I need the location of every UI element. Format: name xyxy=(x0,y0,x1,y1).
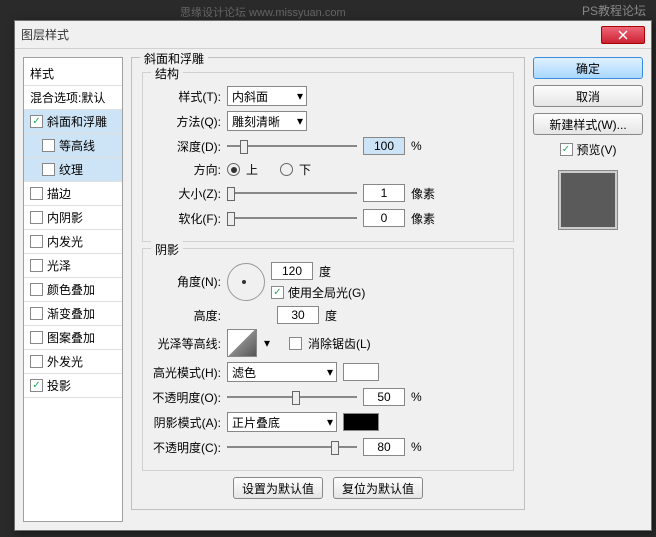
highlight-mode-label: 高光模式(H): xyxy=(151,364,221,381)
altitude-label: 高度: xyxy=(151,307,221,324)
technique-label: 方法(Q): xyxy=(151,113,221,130)
close-button[interactable] xyxy=(601,26,645,44)
style-item-inner-shadow[interactable]: 内阴影 xyxy=(24,206,122,230)
shadow-mode-select[interactable]: 正片叠底 xyxy=(227,412,337,432)
angle-label: 角度(N): xyxy=(151,273,221,290)
highlight-color-swatch[interactable] xyxy=(343,363,379,381)
soften-slider[interactable] xyxy=(227,208,357,228)
highlight-opacity-slider[interactable] xyxy=(227,387,357,407)
bevel-section: 斜面和浮雕 结构 样式(T): 内斜面 方法(Q): 雕刻清晰 深度(D): xyxy=(131,57,525,510)
style-item-pattern-overlay[interactable]: 图案叠加 xyxy=(24,326,122,350)
checkbox-icon[interactable] xyxy=(42,139,55,152)
styles-header[interactable]: 样式 xyxy=(24,62,122,86)
preview-thumbnail xyxy=(558,170,618,230)
size-label: 大小(Z): xyxy=(151,185,221,202)
ok-button[interactable]: 确定 xyxy=(533,57,643,79)
size-slider[interactable] xyxy=(227,183,357,203)
style-item-bevel[interactable]: 斜面和浮雕 xyxy=(24,110,122,134)
checkbox-icon[interactable] xyxy=(30,187,43,200)
shadow-mode-label: 阴影模式(A): xyxy=(151,414,221,431)
style-item-outer-glow[interactable]: 外发光 xyxy=(24,350,122,374)
checkbox-icon[interactable] xyxy=(30,331,43,344)
depth-input[interactable] xyxy=(363,137,405,155)
checkbox-icon[interactable] xyxy=(30,379,43,392)
styles-list: 样式 混合选项:默认 斜面和浮雕 等高线 纹理 描边 内阴影 内发光 光泽 颜色… xyxy=(23,57,123,522)
soften-label: 软化(F): xyxy=(151,210,221,227)
structure-group: 结构 样式(T): 内斜面 方法(Q): 雕刻清晰 深度(D): % xyxy=(142,72,514,242)
watermark-top: 思缘设计论坛 www.missyuan.com xyxy=(180,4,346,20)
blend-options[interactable]: 混合选项:默认 xyxy=(24,86,122,110)
style-label: 样式(T): xyxy=(151,88,221,105)
shadow-opacity-slider[interactable] xyxy=(227,437,357,457)
group-title: 阴影 xyxy=(151,241,183,258)
highlight-opacity-label: 不透明度(O): xyxy=(151,389,221,406)
checkbox-icon[interactable] xyxy=(30,259,43,272)
depth-label: 深度(D): xyxy=(151,138,221,155)
dialog-title: 图层样式 xyxy=(21,26,601,43)
checkbox-icon[interactable] xyxy=(30,235,43,248)
style-item-contour[interactable]: 等高线 xyxy=(24,134,122,158)
shadow-opacity-label: 不透明度(C): xyxy=(151,439,221,456)
new-style-button[interactable]: 新建样式(W)... xyxy=(533,113,643,135)
group-title: 结构 xyxy=(151,65,183,82)
layer-style-dialog: 图层样式 样式 混合选项:默认 斜面和浮雕 等高线 纹理 描边 内阴影 内发光 … xyxy=(14,20,652,531)
soften-input[interactable] xyxy=(363,209,405,227)
checkbox-icon[interactable] xyxy=(30,283,43,296)
shadow-color-swatch[interactable] xyxy=(343,413,379,431)
checkbox-icon[interactable] xyxy=(30,211,43,224)
shading-group: 阴影 角度(N): 度 使用全局光(G) xyxy=(142,248,514,471)
angle-input[interactable] xyxy=(271,262,313,280)
highlight-opacity-input[interactable] xyxy=(363,388,405,406)
preview-label: 预览(V) xyxy=(577,141,617,158)
make-default-button[interactable]: 设置为默认值 xyxy=(233,477,323,499)
depth-slider[interactable] xyxy=(227,136,357,156)
gloss-contour-label: 光泽等高线: xyxy=(151,335,221,352)
gloss-contour-picker[interactable] xyxy=(227,329,257,357)
style-item-stroke[interactable]: 描边 xyxy=(24,182,122,206)
close-icon xyxy=(618,30,628,40)
highlight-mode-select[interactable]: 滤色 xyxy=(227,362,337,382)
direction-label: 方向: xyxy=(151,161,221,178)
preview-checkbox[interactable] xyxy=(560,143,573,156)
angle-dial[interactable] xyxy=(227,263,265,301)
checkbox-icon[interactable] xyxy=(30,355,43,368)
shadow-opacity-input[interactable] xyxy=(363,438,405,456)
style-item-texture[interactable]: 纹理 xyxy=(24,158,122,182)
size-input[interactable] xyxy=(363,184,405,202)
titlebar: 图层样式 xyxy=(15,21,651,49)
checkbox-icon[interactable] xyxy=(30,307,43,320)
style-item-drop-shadow[interactable]: 投影 xyxy=(24,374,122,398)
checkbox-icon[interactable] xyxy=(42,163,55,176)
style-item-satin[interactable]: 光泽 xyxy=(24,254,122,278)
altitude-input[interactable] xyxy=(277,306,319,324)
checkbox-icon[interactable] xyxy=(30,115,43,128)
style-item-color-overlay[interactable]: 颜色叠加 xyxy=(24,278,122,302)
style-select[interactable]: 内斜面 xyxy=(227,86,307,106)
cancel-button[interactable]: 取消 xyxy=(533,85,643,107)
style-item-gradient-overlay[interactable]: 渐变叠加 xyxy=(24,302,122,326)
technique-select[interactable]: 雕刻清晰 xyxy=(227,111,307,131)
global-light-checkbox[interactable] xyxy=(271,286,284,299)
direction-down-radio[interactable] xyxy=(280,163,293,176)
direction-up-radio[interactable] xyxy=(227,163,240,176)
antialias-checkbox[interactable] xyxy=(289,337,302,350)
style-item-inner-glow[interactable]: 内发光 xyxy=(24,230,122,254)
reset-default-button[interactable]: 复位为默认值 xyxy=(333,477,423,499)
